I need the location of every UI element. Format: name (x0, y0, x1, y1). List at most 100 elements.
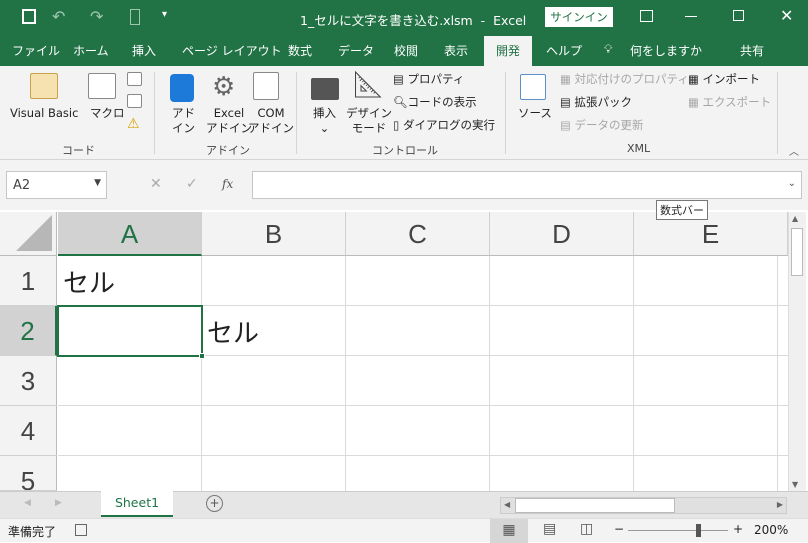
row-header-4[interactable]: 4 (0, 406, 57, 456)
label: ダイアログの実行 (402, 118, 495, 132)
macro-icon (88, 73, 116, 99)
row-header-2[interactable]: 2 (0, 306, 57, 356)
name-box-value: A2 (13, 178, 31, 193)
column-header-a[interactable]: A (58, 212, 202, 256)
run-dialog-button[interactable]: ▯ ダイアログの実行 (393, 118, 495, 133)
label: インポート (702, 72, 761, 86)
column-header-d[interactable]: D (490, 212, 634, 256)
minimize-button[interactable] (685, 16, 697, 17)
expansion-packs-button[interactable]: ▤ 拡張パック (560, 95, 632, 110)
row-header-1[interactable]: 1 (0, 256, 57, 306)
scroll-thumb[interactable] (791, 228, 803, 276)
scroll-thumb[interactable] (515, 498, 675, 513)
zoom-slider-thumb[interactable] (696, 524, 701, 537)
cell-b2[interactable]: セル (207, 313, 259, 350)
vertical-scrollbar[interactable]: ▲ ▼ (788, 212, 806, 491)
zoom-out-button[interactable]: − (614, 522, 624, 536)
refresh-data-button[interactable]: ▤ データの更新 (560, 118, 644, 133)
com-addins-button[interactable]: COM アドイン (248, 106, 294, 136)
scroll-down-icon[interactable]: ▼ (792, 480, 798, 489)
close-button[interactable]: ✕ (780, 6, 793, 25)
prev-sheet-icon[interactable]: ◀ (24, 498, 31, 508)
touch-mode-icon[interactable] (130, 9, 140, 25)
page-layout-view-icon[interactable]: ▤ (543, 521, 556, 537)
column-header-b[interactable]: B (202, 212, 346, 256)
scroll-left-icon[interactable]: ◀ (504, 500, 510, 509)
group-label-xml: XML (627, 142, 651, 155)
cell-a1[interactable]: セル (63, 263, 115, 300)
excel-addins-button[interactable]: Excel アドイン (206, 106, 252, 136)
scroll-right-icon[interactable]: ▶ (777, 500, 783, 509)
collapse-ribbon-icon[interactable]: ︿ (789, 143, 799, 158)
view-code-button[interactable]: 🔍︎コードの表示 (393, 95, 477, 110)
column-header-c[interactable]: C (346, 212, 490, 256)
import-button[interactable]: ▦ インポート (688, 72, 760, 87)
fill-handle[interactable] (199, 353, 205, 359)
maximize-button[interactable] (733, 10, 744, 21)
tab-file[interactable]: ファイル (12, 42, 60, 59)
share-button[interactable]: 共有 (740, 42, 764, 59)
name-box[interactable]: A2 ▼ (6, 171, 107, 199)
row-header-5[interactable]: 5 (0, 456, 57, 491)
page-break-view-icon[interactable]: ◫ (580, 521, 593, 537)
properties-button[interactable]: ▤ プロパティ (393, 72, 464, 87)
tab-insert[interactable]: 挿入 (132, 42, 156, 59)
design-mode-button[interactable]: デザイン モード (346, 106, 392, 136)
tab-help[interactable]: ヘルプ (546, 42, 582, 59)
selected-cell-a2[interactable] (57, 305, 205, 359)
scroll-up-icon[interactable]: ▲ (792, 214, 798, 223)
addins-button[interactable]: アド イン (172, 106, 195, 136)
label: アドイン (248, 121, 294, 135)
ribbon-display-icon[interactable] (640, 10, 653, 22)
export-button[interactable]: ▦ エクスポート (688, 95, 771, 110)
label: データの更新 (574, 118, 644, 132)
tab-formulas[interactable]: 数式 (288, 42, 312, 59)
visual-basic-button[interactable]: Visual Basic (10, 106, 78, 121)
label: 挿入 (313, 106, 336, 120)
formula-input[interactable]: ⌄ (252, 171, 802, 199)
macro-security-icon[interactable]: ⚠ (127, 116, 140, 132)
divider (777, 72, 778, 154)
toolbox-icon (311, 78, 339, 100)
gridline (58, 455, 788, 456)
normal-view-icon[interactable]: ▦ (490, 519, 528, 543)
tell-me-input[interactable]: 何をしますか (630, 42, 702, 59)
xml-source-button[interactable]: ソース (518, 106, 552, 121)
row-header-3[interactable]: 3 (0, 356, 57, 406)
tab-page-layout[interactable]: ページ レイアウト (182, 42, 282, 59)
tab-home[interactable]: ホーム (73, 42, 109, 59)
insert-function-button[interactable]: fx (222, 177, 233, 191)
label: アド (172, 106, 195, 120)
relative-ref-icon[interactable] (127, 94, 142, 108)
divider (154, 72, 155, 154)
horizontal-scrollbar[interactable]: ◀ ▶ (500, 497, 787, 514)
redo-icon[interactable]: ↷ (90, 7, 103, 26)
tab-data[interactable]: データ (338, 42, 374, 59)
zoom-in-button[interactable]: + (733, 522, 743, 536)
enter-icon[interactable]: ✓ (186, 176, 198, 192)
zoom-slider[interactable] (628, 524, 728, 537)
next-sheet-icon[interactable]: ▶ (55, 498, 62, 508)
sheet-tab-sheet1[interactable]: Sheet1 (101, 491, 173, 517)
record-macro-icon[interactable] (127, 72, 142, 86)
add-sheet-icon[interactable]: + (206, 495, 223, 512)
insert-control-button[interactable]: 挿入 ⌄ (313, 106, 336, 136)
label: デザイン (346, 106, 392, 120)
undo-icon[interactable]: ↶ (52, 7, 65, 26)
tab-developer[interactable]: 開発 (484, 36, 533, 66)
addins-icon (170, 74, 194, 102)
label: モード (351, 121, 387, 135)
tab-review[interactable]: 校閲 (394, 42, 418, 59)
macro-button[interactable]: マクロ (90, 106, 125, 121)
customize-qat-icon[interactable]: ▾ (162, 9, 167, 20)
zoom-level[interactable]: 200% (754, 523, 788, 537)
signin-button[interactable]: サインイン (545, 7, 613, 27)
title-bar: ↶ ↷ ▾ 1_セルに文字を書き込む.xlsm - Excel サインイン ✕ (0, 0, 808, 36)
select-all-button[interactable] (0, 212, 57, 256)
macro-record-icon[interactable] (75, 524, 87, 536)
tab-view[interactable]: 表示 (444, 42, 468, 59)
map-properties-button[interactable]: ▦ 対応付けのプロパティ (560, 72, 689, 87)
expand-formula-icon[interactable]: ⌄ (788, 178, 796, 189)
save-icon[interactable] (22, 9, 36, 24)
cancel-icon[interactable]: ✕ (150, 176, 162, 192)
